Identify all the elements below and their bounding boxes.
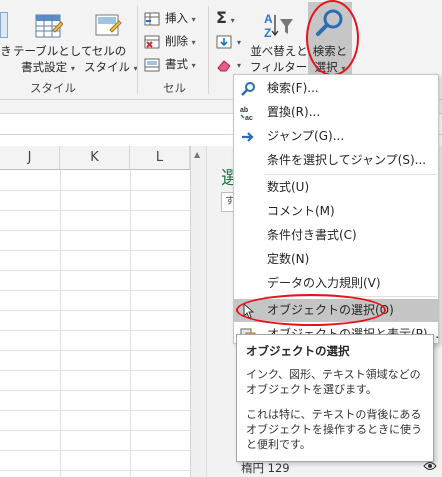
eraser-icon bbox=[216, 58, 232, 72]
gridline bbox=[0, 230, 190, 231]
fill-button[interactable]: ▾ bbox=[216, 31, 241, 51]
clear-button[interactable]: ▾ bbox=[216, 54, 241, 74]
delete-cells-label: 削除 bbox=[165, 34, 188, 48]
scroll-up-icon[interactable]: ▲ bbox=[194, 150, 200, 159]
select-objects-highlight-ring bbox=[236, 294, 386, 326]
sort-filter-icon: A Z bbox=[262, 11, 294, 41]
column-header-l[interactable]: L bbox=[130, 146, 190, 170]
find-select-highlight-ring bbox=[306, 0, 359, 76]
insert-cells-label: 挿入 bbox=[165, 11, 188, 25]
menu-item-label: ジャンプ(G)... bbox=[267, 129, 345, 143]
menu-item-label: 数式(U) bbox=[267, 180, 310, 194]
gridline bbox=[0, 370, 190, 371]
menu-item-conditional-formatting[interactable]: 条件付き書式(C) bbox=[234, 224, 438, 247]
pane-scrollbar[interactable]: ▲ bbox=[191, 146, 207, 477]
gridline bbox=[0, 430, 190, 431]
sigma-icon: Σ bbox=[216, 8, 227, 27]
group-separator bbox=[208, 6, 209, 94]
replace-icon: ab ac bbox=[240, 105, 256, 122]
gridline bbox=[0, 310, 190, 311]
chevron-down-icon: ▾ bbox=[230, 16, 235, 25]
svg-text:ac: ac bbox=[245, 115, 253, 121]
gridline bbox=[0, 270, 190, 271]
menu-item-goto-special[interactable]: 条件を選択してジャンプ(S)... bbox=[234, 149, 438, 172]
menu-separator bbox=[264, 174, 437, 175]
pane-footer-label: 楕円 129 bbox=[241, 461, 290, 475]
conditional-format-button-partial[interactable]: き bbox=[0, 44, 12, 59]
fill-down-icon bbox=[216, 35, 232, 49]
column-header-k[interactable]: K bbox=[60, 146, 130, 170]
menu-item-label: データの入力規則(V) bbox=[267, 276, 381, 290]
gridline bbox=[0, 470, 190, 471]
format-cells-label: 書式 bbox=[165, 57, 188, 71]
sort-filter-button[interactable]: A Z 並べ替えと フィルター ▾ bbox=[250, 8, 315, 78]
menu-item-goto[interactable]: ジャンプ(G)... bbox=[234, 125, 438, 148]
tooltip-title: オブジェクトの選択 bbox=[246, 344, 350, 358]
cell-styles-label-1: セルの bbox=[91, 44, 127, 58]
format-as-table-label-2: 書式設定 ▾ bbox=[21, 60, 75, 74]
svg-text:ab: ab bbox=[240, 107, 248, 114]
tooltip-description: インク、図形、テキスト領域などのオブジェクトを選びます。 bbox=[246, 368, 421, 396]
select-objects-tooltip: オブジェクトの選択 インク、図形、テキスト領域などのオブジェクトを選びます。 こ… bbox=[236, 334, 434, 462]
delete-cells-button[interactable]: 削除 ▾ bbox=[144, 31, 196, 51]
menu-item-data-validation[interactable]: データの入力規則(V) bbox=[234, 272, 438, 295]
gridline bbox=[0, 250, 190, 251]
chevron-down-icon: ▾ bbox=[191, 15, 196, 24]
gridline bbox=[0, 210, 190, 211]
format-as-table-button[interactable]: テーブルとして 書式設定 ▾ bbox=[13, 8, 93, 78]
format-as-table-icon bbox=[35, 12, 64, 40]
group-label-cells: セル bbox=[163, 81, 186, 95]
menu-item-label: コメント(M) bbox=[267, 204, 335, 218]
search-icon bbox=[240, 81, 256, 97]
menu-item-replace[interactable]: ab ac 置換(R)... bbox=[234, 101, 438, 124]
cell-styles-icon bbox=[94, 12, 122, 40]
insert-cells-button[interactable]: 挿入 ▾ bbox=[144, 8, 196, 28]
gridline bbox=[0, 450, 190, 451]
menu-item-find[interactable]: 検索(F)... bbox=[234, 77, 438, 100]
svg-text:A: A bbox=[264, 12, 273, 26]
cell-styles-button[interactable]: セルの スタイル ▾ bbox=[84, 8, 138, 78]
menu-item-formulas[interactable]: 数式(U) bbox=[234, 176, 438, 199]
tooltip-tip: これは特に、テキストの背後にあるオブジェクトを操作するときに使うと便利です。 bbox=[246, 408, 422, 451]
menu-item-label: 条件を選択してジャンプ(S)... bbox=[267, 153, 427, 167]
format-as-table-label-1: テーブルとして bbox=[13, 44, 93, 58]
gridline bbox=[0, 350, 190, 351]
column-header-j[interactable]: J bbox=[0, 146, 60, 170]
gridline bbox=[0, 390, 190, 391]
menu-item-label: 検索(F)... bbox=[267, 81, 319, 95]
insert-cells-icon bbox=[144, 12, 160, 26]
table-format-left-icon bbox=[0, 12, 8, 38]
chevron-down-icon: ▾ bbox=[237, 38, 242, 47]
group-separator bbox=[137, 6, 138, 94]
gridline bbox=[0, 330, 190, 331]
menu-item-label: 条件付き書式(C) bbox=[267, 228, 357, 242]
group-label-styles: スタイル bbox=[30, 81, 76, 95]
menu-item-label: 置換(R)... bbox=[267, 105, 321, 119]
format-cells-icon bbox=[144, 58, 160, 72]
gridline bbox=[0, 190, 190, 191]
gridline bbox=[0, 410, 190, 411]
chevron-down-icon: ▾ bbox=[191, 61, 196, 70]
menu-item-label: 定数(N) bbox=[267, 252, 310, 266]
chevron-down-icon: ▾ bbox=[237, 61, 242, 70]
delete-cells-icon bbox=[144, 35, 160, 49]
arrow-right-icon bbox=[240, 129, 256, 145]
worksheet-grid[interactable]: J K L bbox=[0, 146, 190, 477]
chevron-down-icon: ▾ bbox=[191, 38, 196, 47]
autosum-button[interactable]: Σ ▾ bbox=[216, 8, 235, 28]
sort-filter-label-1: 並べ替えと bbox=[250, 44, 308, 58]
gridline bbox=[0, 290, 190, 291]
format-cells-button[interactable]: 書式 ▾ bbox=[144, 54, 196, 74]
menu-item-comments[interactable]: コメント(M) bbox=[234, 200, 438, 223]
cell-styles-label-2: スタイル ▾ bbox=[84, 60, 138, 74]
svg-text:Z: Z bbox=[264, 26, 271, 40]
menu-item-constants[interactable]: 定数(N) bbox=[234, 248, 438, 271]
